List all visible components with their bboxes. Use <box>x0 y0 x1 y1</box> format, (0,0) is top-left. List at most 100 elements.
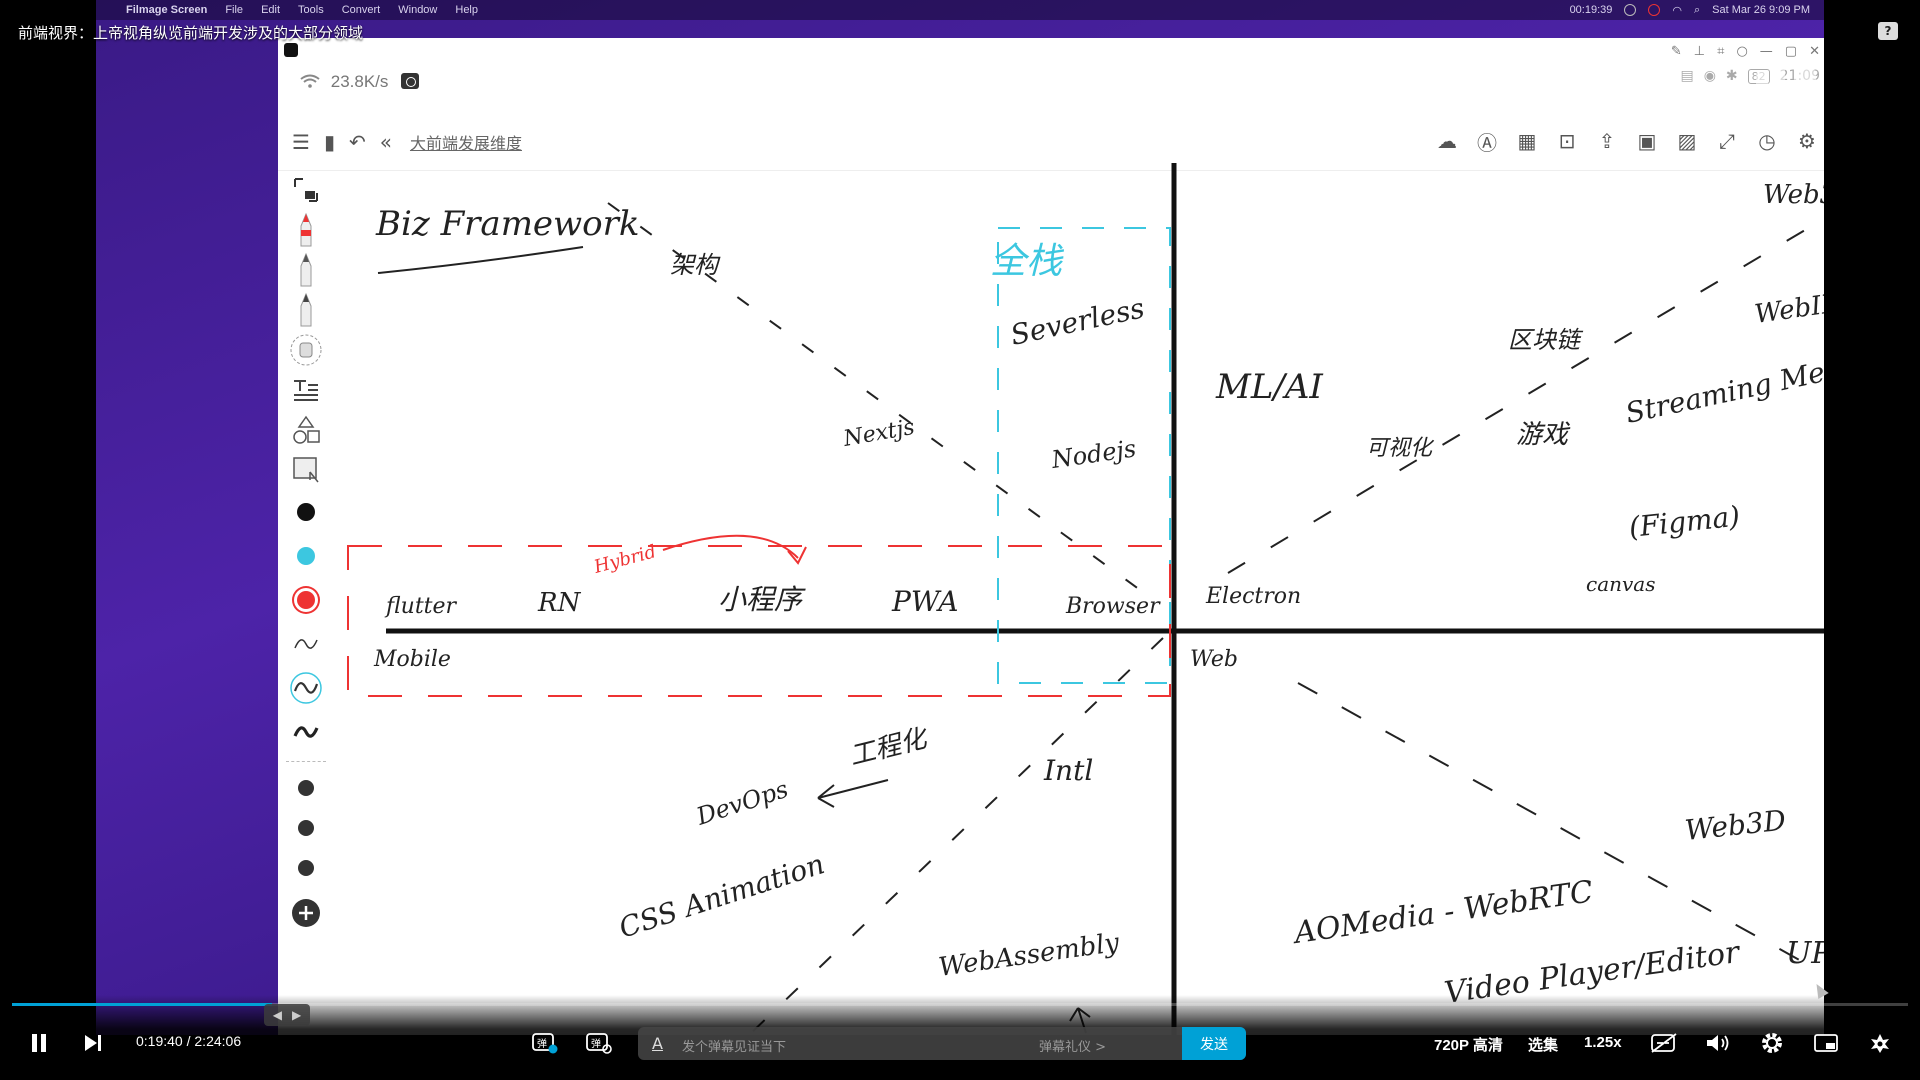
tablet-whiteboard-app: 23.8K/s ✎ ⊥ ⌗ ○ — ▢ ✕ ▤ ◉ ✱ 82 21:09 <box>278 38 1824 1035</box>
camera-corner-icon <box>284 43 298 57</box>
danmaku-on-icon: 弹 <box>532 1033 558 1054</box>
stop-record-icon <box>1648 4 1661 16</box>
label-quanzhan: 全栈 <box>990 241 1064 282</box>
send-danmaku-button[interactable]: 发送 <box>1182 1027 1246 1060</box>
svg-text:弹: 弹 <box>591 1037 601 1050</box>
label-webide: WebIDE <box>1753 285 1824 330</box>
quality-selector[interactable]: 720P 高清 <box>1434 1034 1503 1055</box>
pause-record-icon <box>1624 4 1637 16</box>
history-icon[interactable]: ◷ <box>1754 128 1780 154</box>
grid-background-icon[interactable]: ▦ <box>1514 128 1540 154</box>
label-web3: Web3 <box>1763 180 1824 210</box>
label-pwa: PWA <box>891 585 958 618</box>
seek-preview-handle[interactable]: ◀ ▶ <box>264 1004 310 1026</box>
menu-edit: Edit <box>261 4 281 16</box>
collapse-icon[interactable]: « <box>380 130 392 154</box>
skip-next-icon <box>85 1035 101 1051</box>
fullscreen-icon[interactable]: ⤢ <box>1714 128 1740 154</box>
label-css-animation: CSS Animation <box>615 847 828 944</box>
hybrid-box <box>347 545 1171 697</box>
label-aomedia: AOMedia - WebRTC <box>1289 874 1595 951</box>
playback-speed-button[interactable]: 1.25x <box>1584 1034 1622 1051</box>
danmaku-input-box[interactable]: A 发个弹幕见证当下 弹幕礼仪 > 发送 <box>638 1027 1246 1060</box>
episodes-button[interactable]: 选集 <box>1528 1034 1558 1055</box>
lock-icon[interactable]: ⊡ <box>1554 128 1580 154</box>
volume-button[interactable] <box>1702 1030 1734 1056</box>
label-miniapp: 小程序 <box>718 583 806 616</box>
label-electron: Electron <box>1205 584 1301 609</box>
screenshot-icon <box>401 73 420 89</box>
menu-tools: Tools <box>298 4 324 16</box>
share-icon[interactable]: ⇪ <box>1594 128 1620 154</box>
insert-image-icon[interactable]: ▨ <box>1674 128 1700 154</box>
label-web3d: Web3D <box>1683 804 1787 847</box>
picture-in-picture-button[interactable] <box>1810 1030 1842 1056</box>
current-time: 0:19:40 <box>136 1033 183 1049</box>
label-jiagou: 架构 <box>670 251 721 279</box>
danmaku-style-icon[interactable]: A <box>652 1034 663 1053</box>
nfc-icon: ▤ <box>1680 68 1694 84</box>
label-streaming: Streaming Media <box>1623 346 1824 429</box>
notebook-icon[interactable]: ▮ <box>324 130 335 154</box>
next-episode-button[interactable] <box>78 1030 108 1056</box>
seek-forward-icon: ▶ <box>292 1008 302 1022</box>
pause-icon <box>32 1034 46 1052</box>
wifi-status-icon: ◠ <box>1672 4 1682 17</box>
biz-underline <box>377 246 584 274</box>
recording-time: 00:19:39 <box>1569 4 1613 16</box>
text-recognition-icon[interactable]: Ⓐ <box>1474 128 1500 155</box>
fullscreen-button[interactable] <box>1864 1030 1896 1056</box>
fullscreen-icon <box>1871 1034 1889 1053</box>
undo-icon[interactable]: ↶ <box>349 130 366 154</box>
whiteboard-canvas[interactable]: Biz Framework 架构 全栈 Severless Nextjs Nod… <box>278 163 1824 1035</box>
video-frame: Filmage Screen File Edit Tools Convert W… <box>96 0 1824 1035</box>
danmaku-input[interactable]: 发个弹幕见证当下 <box>682 1036 786 1055</box>
subtitle-off-icon <box>1651 1033 1677 1053</box>
page-icon[interactable]: ▣ <box>1634 128 1660 154</box>
danmaku-settings-button[interactable]: 弹 <box>584 1030 614 1056</box>
menu-app-name: Filmage Screen <box>126 4 208 16</box>
progress-fill <box>12 1003 273 1006</box>
menu-window: Window <box>398 4 438 16</box>
label-keshihua: 可视化 <box>1366 436 1435 461</box>
mac-status-area: 00:19:39 ◠ ⌕ Sat Mar 26 9:09 PM <box>1570 0 1810 20</box>
wifi-icon <box>300 74 320 88</box>
network-speed: 23.8K/s <box>300 72 420 92</box>
subtitle-button[interactable] <box>1648 1030 1680 1056</box>
label-gongcheng: 工程化 <box>846 723 932 772</box>
crop-icon[interactable]: ⌗ <box>1717 44 1724 59</box>
label-rn: RN <box>537 588 582 618</box>
total-time: 2:24:06 <box>194 1033 242 1049</box>
label-flutter: flutter <box>384 594 458 619</box>
pause-button[interactable] <box>24 1030 54 1056</box>
label-web: Web <box>1190 647 1238 672</box>
label-figma: (Figma) <box>1627 499 1741 543</box>
menu-help: Help <box>455 4 478 16</box>
label-youxi: 游戏 <box>1516 420 1571 450</box>
pip-icon <box>1814 1034 1838 1052</box>
label-nextjs: Nextjs <box>841 415 917 452</box>
label-devops: DevOps <box>692 775 791 831</box>
volume-icon <box>1707 1035 1729 1051</box>
settings-button[interactable] <box>1756 1030 1788 1056</box>
bluetooth-icon: ✱ <box>1725 68 1738 84</box>
network-speed-text: 23.8K/s <box>330 72 389 91</box>
brush-icon[interactable]: ✎ <box>1671 44 1682 59</box>
document-title[interactable]: 大前端发展维度 <box>410 130 522 154</box>
outline-menu-icon[interactable]: ☰ <box>292 130 310 154</box>
danmaku-toggle-button[interactable]: 弹 <box>530 1030 560 1056</box>
playback-time: 0:19:40 / 2:24:06 <box>136 1033 242 1049</box>
menubar-datetime: Sat Mar 26 9:09 PM <box>1712 4 1810 16</box>
label-webassembly: WebAssembly <box>937 928 1121 983</box>
pin-icon[interactable]: ⊥ <box>1694 44 1705 59</box>
menu-file: File <box>225 4 244 16</box>
settings-icon[interactable]: ⚙ <box>1794 128 1820 154</box>
danmaku-etiquette-link[interactable]: 弹幕礼仪 > <box>1039 1036 1106 1055</box>
mac-menubar: Filmage Screen File Edit Tools Convert W… <box>96 0 1824 20</box>
label-nodejs: Nodejs <box>1049 434 1138 474</box>
help-icon[interactable]: ? <box>1878 22 1898 40</box>
label-qukuailian: 区块链 <box>1508 326 1584 354</box>
label-browser: Browser <box>1065 594 1161 619</box>
bilibili-logo-watermark <box>1756 62 1816 96</box>
cloud-sync-icon[interactable]: ☁ <box>1434 128 1460 154</box>
